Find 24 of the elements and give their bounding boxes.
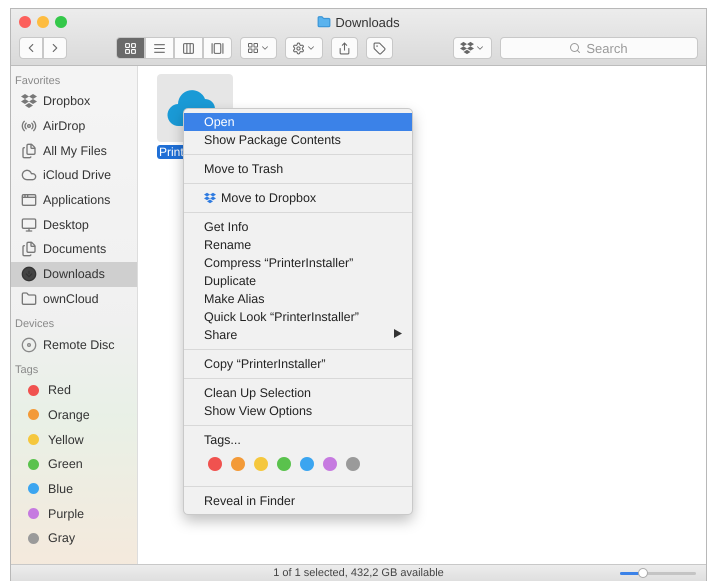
sidebar-label: All My Files bbox=[43, 144, 107, 158]
sidebar-label: AirDrop bbox=[43, 119, 86, 134]
menu-item-label: Move to Dropbox bbox=[221, 191, 318, 205]
sidebar-label: Gray bbox=[48, 531, 76, 546]
window-title: Downloads bbox=[335, 14, 400, 30]
sidebar-heading: Favorites bbox=[14, 74, 62, 89]
sidebar-label: Applications bbox=[43, 193, 110, 208]
sidebar-label: Orange bbox=[48, 408, 90, 422]
sidebar-label: Remote Disc bbox=[43, 338, 115, 352]
sidebar-label: iCloud Drive bbox=[43, 168, 112, 182]
sidebar-label: Purple bbox=[48, 506, 84, 521]
sidebar-heading: Tags bbox=[14, 362, 40, 378]
sidebar-label: Blue bbox=[48, 482, 74, 496]
status-text: 1 of 1 selected, 432,2 GB available bbox=[273, 567, 444, 579]
sidebar-heading: Devices bbox=[14, 317, 56, 332]
menu-item-label: Share bbox=[204, 328, 238, 342]
sidebar-label: Desktop bbox=[43, 218, 89, 232]
sidebar-label: Downloads bbox=[43, 267, 105, 282]
sidebar-label: Green bbox=[48, 457, 83, 472]
sidebar-label: Dropbox bbox=[43, 94, 90, 108]
sidebar-label: Red bbox=[48, 383, 71, 398]
sidebar-label: Documents bbox=[43, 242, 106, 256]
sidebar-label: Yellow bbox=[48, 432, 84, 447]
sidebar-label: ownCloud bbox=[43, 292, 99, 306]
